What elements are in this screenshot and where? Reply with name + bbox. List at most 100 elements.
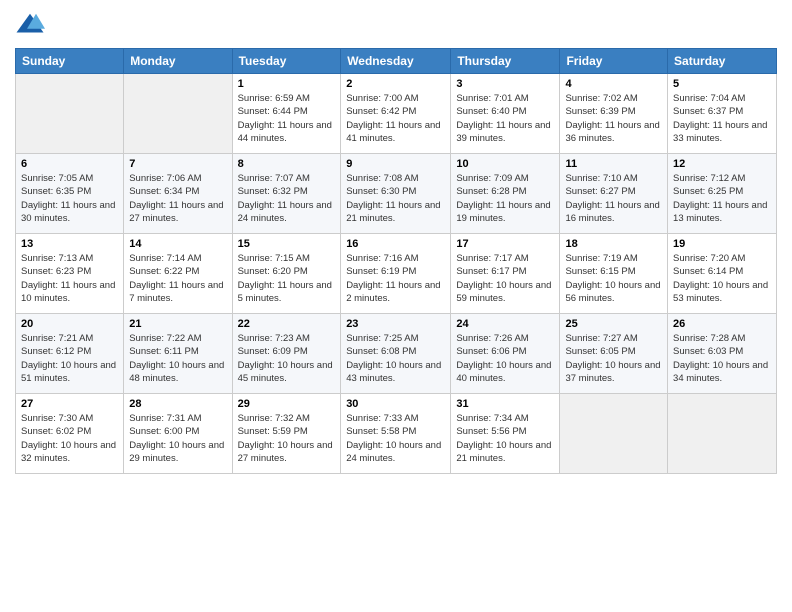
day-number: 4 xyxy=(565,78,662,90)
col-header-saturday: Saturday xyxy=(668,49,777,74)
day-number: 16 xyxy=(346,238,445,250)
day-cell: 16 Sunrise: 7:16 AM Sunset: 6:19 PM Dayli… xyxy=(341,234,451,314)
day-info: Sunrise: 7:13 AM Sunset: 6:23 PM Dayligh… xyxy=(21,252,118,305)
day-info: Sunrise: 7:04 AM Sunset: 6:37 PM Dayligh… xyxy=(673,92,771,145)
col-header-friday: Friday xyxy=(560,49,668,74)
day-cell: 17 Sunrise: 7:17 AM Sunset: 6:17 PM Dayli… xyxy=(451,234,560,314)
day-info: Sunrise: 7:14 AM Sunset: 6:22 PM Dayligh… xyxy=(129,252,226,305)
week-row-5: 27 Sunrise: 7:30 AM Sunset: 6:02 PM Dayli… xyxy=(16,394,777,474)
day-cell: 10 Sunrise: 7:09 AM Sunset: 6:28 PM Dayli… xyxy=(451,154,560,234)
day-number: 12 xyxy=(673,158,771,170)
day-info: Sunrise: 7:09 AM Sunset: 6:28 PM Dayligh… xyxy=(456,172,554,225)
col-header-tuesday: Tuesday xyxy=(232,49,341,74)
day-number: 13 xyxy=(21,238,118,250)
day-info: Sunrise: 7:25 AM Sunset: 6:08 PM Dayligh… xyxy=(346,332,445,385)
day-info: Sunrise: 7:06 AM Sunset: 6:34 PM Dayligh… xyxy=(129,172,226,225)
day-cell: 26 Sunrise: 7:28 AM Sunset: 6:03 PM Dayli… xyxy=(668,314,777,394)
day-info: Sunrise: 6:59 AM Sunset: 6:44 PM Dayligh… xyxy=(238,92,336,145)
col-header-wednesday: Wednesday xyxy=(341,49,451,74)
day-cell: 3 Sunrise: 7:01 AM Sunset: 6:40 PM Daylig… xyxy=(451,74,560,154)
page: SundayMondayTuesdayWednesdayThursdayFrid… xyxy=(0,0,792,484)
day-cell xyxy=(16,74,124,154)
day-cell: 24 Sunrise: 7:26 AM Sunset: 6:06 PM Dayli… xyxy=(451,314,560,394)
day-cell: 13 Sunrise: 7:13 AM Sunset: 6:23 PM Dayli… xyxy=(16,234,124,314)
col-header-monday: Monday xyxy=(124,49,232,74)
day-number: 20 xyxy=(21,318,118,330)
day-number: 28 xyxy=(129,398,226,410)
logo-icon xyxy=(15,10,45,40)
day-info: Sunrise: 7:05 AM Sunset: 6:35 PM Dayligh… xyxy=(21,172,118,225)
day-number: 18 xyxy=(565,238,662,250)
day-info: Sunrise: 7:19 AM Sunset: 6:15 PM Dayligh… xyxy=(565,252,662,305)
day-info: Sunrise: 7:27 AM Sunset: 6:05 PM Dayligh… xyxy=(565,332,662,385)
header xyxy=(15,10,777,40)
day-cell: 30 Sunrise: 7:33 AM Sunset: 5:58 PM Dayli… xyxy=(341,394,451,474)
col-header-thursday: Thursday xyxy=(451,49,560,74)
day-number: 30 xyxy=(346,398,445,410)
day-cell xyxy=(560,394,668,474)
day-cell: 9Sunrise: 7:08 AM Sunset: 6:30 PM Daylig… xyxy=(341,154,451,234)
day-info: Sunrise: 7:23 AM Sunset: 6:09 PM Dayligh… xyxy=(238,332,336,385)
day-info: Sunrise: 7:07 AM Sunset: 6:32 PM Dayligh… xyxy=(238,172,336,225)
day-number: 10 xyxy=(456,158,554,170)
day-number: 25 xyxy=(565,318,662,330)
day-info: Sunrise: 7:01 AM Sunset: 6:40 PM Dayligh… xyxy=(456,92,554,145)
day-cell: 18 Sunrise: 7:19 AM Sunset: 6:15 PM Dayli… xyxy=(560,234,668,314)
day-info: Sunrise: 7:00 AM Sunset: 6:42 PM Dayligh… xyxy=(346,92,445,145)
day-number: 8 xyxy=(238,158,336,170)
day-info: Sunrise: 7:20 AM Sunset: 6:14 PM Dayligh… xyxy=(673,252,771,305)
week-row-2: 6 Sunrise: 7:05 AM Sunset: 6:35 PM Daylig… xyxy=(16,154,777,234)
day-cell: 20 Sunrise: 7:21 AM Sunset: 6:12 PM Dayli… xyxy=(16,314,124,394)
day-cell: 6 Sunrise: 7:05 AM Sunset: 6:35 PM Daylig… xyxy=(16,154,124,234)
day-info: Sunrise: 7:10 AM Sunset: 6:27 PM Dayligh… xyxy=(565,172,662,225)
week-row-4: 20 Sunrise: 7:21 AM Sunset: 6:12 PM Dayli… xyxy=(16,314,777,394)
day-number: 23 xyxy=(346,318,445,330)
day-info: Sunrise: 7:31 AM Sunset: 6:00 PM Dayligh… xyxy=(129,412,226,465)
day-cell: 2Sunrise: 7:00 AM Sunset: 6:42 PM Daylig… xyxy=(341,74,451,154)
day-info: Sunrise: 7:02 AM Sunset: 6:39 PM Dayligh… xyxy=(565,92,662,145)
day-cell: 29Sunrise: 7:32 AM Sunset: 5:59 PM Dayli… xyxy=(232,394,341,474)
day-info: Sunrise: 7:30 AM Sunset: 6:02 PM Dayligh… xyxy=(21,412,118,465)
logo xyxy=(15,10,48,40)
day-info: Sunrise: 7:28 AM Sunset: 6:03 PM Dayligh… xyxy=(673,332,771,385)
day-cell: 8 Sunrise: 7:07 AM Sunset: 6:32 PM Daylig… xyxy=(232,154,341,234)
day-number: 19 xyxy=(673,238,771,250)
day-cell xyxy=(124,74,232,154)
day-cell: 22 Sunrise: 7:23 AM Sunset: 6:09 PM Dayli… xyxy=(232,314,341,394)
col-header-sunday: Sunday xyxy=(16,49,124,74)
day-number: 15 xyxy=(238,238,336,250)
day-number: 7 xyxy=(129,158,226,170)
day-info: Sunrise: 7:33 AM Sunset: 5:58 PM Dayligh… xyxy=(346,412,445,465)
day-number: 3 xyxy=(456,78,554,90)
day-info: Sunrise: 7:26 AM Sunset: 6:06 PM Dayligh… xyxy=(456,332,554,385)
calendar-table: SundayMondayTuesdayWednesdayThursdayFrid… xyxy=(15,48,777,474)
day-info: Sunrise: 7:17 AM Sunset: 6:17 PM Dayligh… xyxy=(456,252,554,305)
day-info: Sunrise: 7:12 AM Sunset: 6:25 PM Dayligh… xyxy=(673,172,771,225)
day-cell: 21Sunrise: 7:22 AM Sunset: 6:11 PM Dayli… xyxy=(124,314,232,394)
day-number: 27 xyxy=(21,398,118,410)
day-cell: 11Sunrise: 7:10 AM Sunset: 6:27 PM Dayli… xyxy=(560,154,668,234)
day-number: 21 xyxy=(129,318,226,330)
day-number: 31 xyxy=(456,398,554,410)
day-cell: 7 Sunrise: 7:06 AM Sunset: 6:34 PM Daylig… xyxy=(124,154,232,234)
week-row-3: 13 Sunrise: 7:13 AM Sunset: 6:23 PM Dayli… xyxy=(16,234,777,314)
day-cell: 31Sunrise: 7:34 AM Sunset: 5:56 PM Dayli… xyxy=(451,394,560,474)
day-number: 17 xyxy=(456,238,554,250)
day-cell: 23 Sunrise: 7:25 AM Sunset: 6:08 PM Dayli… xyxy=(341,314,451,394)
day-cell: 25 Sunrise: 7:27 AM Sunset: 6:05 PM Dayli… xyxy=(560,314,668,394)
day-cell: 12 Sunrise: 7:12 AM Sunset: 6:25 PM Dayli… xyxy=(668,154,777,234)
day-info: Sunrise: 7:15 AM Sunset: 6:20 PM Dayligh… xyxy=(238,252,336,305)
day-number: 24 xyxy=(456,318,554,330)
day-number: 26 xyxy=(673,318,771,330)
day-number: 5 xyxy=(673,78,771,90)
day-cell: 27 Sunrise: 7:30 AM Sunset: 6:02 PM Dayli… xyxy=(16,394,124,474)
day-number: 6 xyxy=(21,158,118,170)
day-info: Sunrise: 7:16 AM Sunset: 6:19 PM Dayligh… xyxy=(346,252,445,305)
day-cell: 15 Sunrise: 7:15 AM Sunset: 6:20 PM Dayli… xyxy=(232,234,341,314)
day-number: 22 xyxy=(238,318,336,330)
week-row-1: 1Sunrise: 6:59 AM Sunset: 6:44 PM Daylig… xyxy=(16,74,777,154)
day-cell xyxy=(668,394,777,474)
day-cell: 14Sunrise: 7:14 AM Sunset: 6:22 PM Dayli… xyxy=(124,234,232,314)
day-number: 29 xyxy=(238,398,336,410)
day-info: Sunrise: 7:21 AM Sunset: 6:12 PM Dayligh… xyxy=(21,332,118,385)
